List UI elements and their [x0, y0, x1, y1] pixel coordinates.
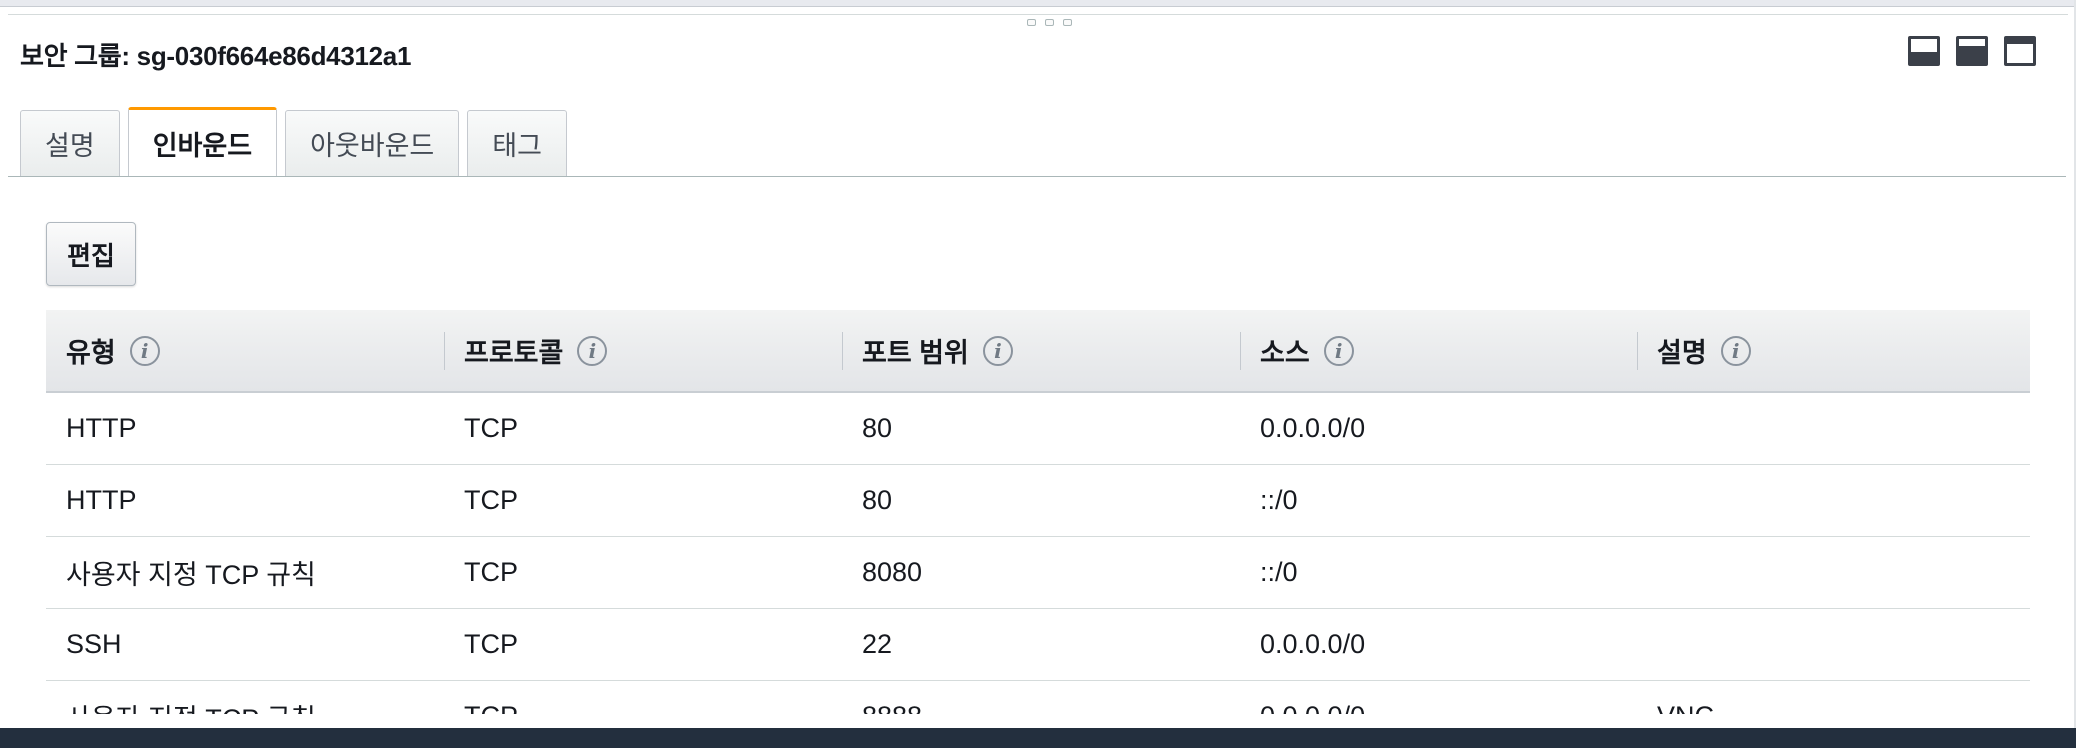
tab-bar: 설명 인바운드 아웃바운드 태그 — [20, 107, 567, 176]
cell-source: ::/0 — [1240, 536, 1637, 609]
cell-source: ::/0 — [1240, 464, 1637, 537]
edit-button[interactable]: 편집 — [46, 222, 136, 286]
column-header-type[interactable]: 유형 i — [46, 310, 444, 393]
table-row: HTTP TCP 80 ::/0 — [46, 464, 2030, 537]
tab-description[interactable]: 설명 — [20, 110, 120, 176]
grip-dot-icon — [1027, 19, 1036, 26]
column-label: 프로토콜 — [464, 338, 564, 368]
column-separator — [1240, 332, 1241, 370]
cell-description — [1637, 464, 2030, 537]
grip-dot-icon — [1063, 19, 1072, 26]
top-strip — [0, 0, 2076, 7]
cell-source: 0.0.0.0/0 — [1240, 608, 1637, 681]
cell-description: VNC — [1637, 680, 2030, 714]
tab-outbound[interactable]: 아웃바운드 — [285, 110, 460, 176]
cell-type: SSH — [46, 608, 444, 681]
panel-title: 보안 그룹: sg-030f664e86d4312a1 — [20, 41, 412, 71]
tab-inbound[interactable]: 인바운드 — [127, 107, 278, 176]
cell-source: 0.0.0.0/0 — [1240, 392, 1637, 465]
cell-port-range: 8080 — [842, 536, 1240, 609]
cell-type: 사용자 지정 TCP 규칙 — [46, 536, 444, 609]
inbound-rules-table: 유형 i 프로토콜 i 포트 범위 i 소스 i 설명 i HTTP TCP 80 0.0… — [46, 310, 2030, 714]
column-separator — [444, 332, 445, 370]
column-header-source[interactable]: 소스 i — [1240, 310, 1637, 393]
info-icon[interactable]: i — [982, 335, 1013, 366]
console-footer-bar — [0, 728, 2076, 748]
layout-controls — [1908, 36, 2036, 66]
column-label: 포트 범위 — [862, 338, 969, 368]
table-row: 사용자 지정 TCP 규칙 TCP 8080 ::/0 — [46, 536, 2030, 609]
split-bottom-icon[interactable] — [1908, 36, 1940, 66]
column-separator — [842, 332, 843, 370]
cell-type: HTTP — [46, 392, 444, 465]
resize-handle[interactable] — [1027, 19, 1072, 26]
info-icon[interactable]: i — [129, 335, 160, 366]
column-header-description[interactable]: 설명 i — [1637, 310, 2030, 393]
table-row: HTTP TCP 80 0.0.0.0/0 — [46, 392, 2030, 465]
cell-port-range: 80 — [842, 464, 1240, 537]
cell-protocol: TCP — [444, 608, 842, 681]
table-header-row: 유형 i 프로토콜 i 포트 범위 i 소스 i 설명 i — [46, 310, 2030, 393]
column-label: 유형 — [66, 338, 116, 368]
column-label: 소스 — [1260, 338, 1310, 368]
cell-port-range: 22 — [842, 608, 1240, 681]
cell-protocol: TCP — [444, 392, 842, 465]
info-icon[interactable]: i — [1323, 335, 1354, 366]
maximize-icon[interactable] — [2004, 36, 2036, 66]
cell-source: 0.0.0.0/0 — [1240, 680, 1637, 714]
table-row: SSH TCP 22 0.0.0.0/0 — [46, 608, 2030, 681]
cell-protocol: TCP — [444, 464, 842, 537]
cell-port-range: 8888 — [842, 680, 1240, 714]
column-separator — [1637, 332, 1638, 370]
panel-divider — [8, 14, 2068, 15]
grip-dot-icon — [1045, 19, 1054, 26]
cell-type: 사용자 지정 TCP 규칙 — [46, 680, 444, 714]
cell-protocol: TCP — [444, 680, 842, 714]
tab-tags[interactable]: 태그 — [467, 110, 567, 176]
cell-type: HTTP — [46, 464, 444, 537]
split-top-icon[interactable] — [1956, 36, 1988, 66]
cell-port-range: 80 — [842, 392, 1240, 465]
column-header-port-range[interactable]: 포트 범위 i — [842, 310, 1240, 393]
tabs-baseline — [8, 176, 2066, 177]
column-header-protocol[interactable]: 프로토콜 i — [444, 310, 842, 393]
table-row: 사용자 지정 TCP 규칙 TCP 8888 0.0.0.0/0 VNC — [46, 680, 2030, 714]
cell-description — [1637, 392, 2030, 465]
cell-description — [1637, 608, 2030, 681]
info-icon[interactable]: i — [577, 335, 608, 366]
info-icon[interactable]: i — [1720, 335, 1751, 366]
column-label: 설명 — [1657, 338, 1707, 368]
cell-description — [1637, 536, 2030, 609]
cell-protocol: TCP — [444, 536, 842, 609]
